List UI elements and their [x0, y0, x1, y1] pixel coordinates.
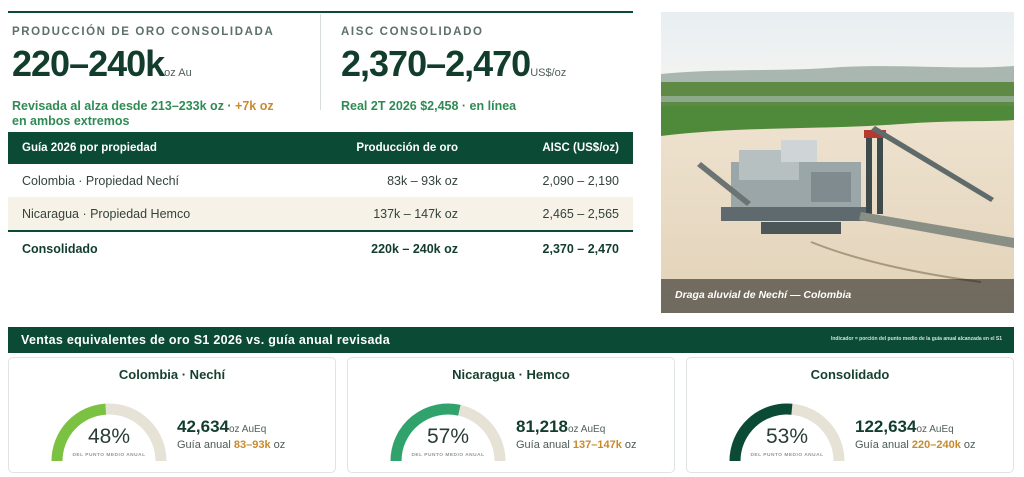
kpi-production-label: PRODUCCIÓN DE ORO CONSOLIDADA [12, 26, 275, 38]
card-metric: 42,634oz AuEq Guía anual 83–93k oz [177, 417, 285, 451]
metric-guide: Guía anual 220–240k oz [855, 439, 976, 451]
kpi-aisc-value: 2,370–2,470 [341, 43, 531, 84]
card-metric: 81,218oz AuEq Guía anual 137–147k oz [516, 417, 637, 451]
sales-card-consolidado: Consolidado 53% DEL PUNTO MEDIO ANUAL 12… [686, 357, 1014, 473]
top-rule [8, 11, 633, 13]
gauge-percent: 53% [765, 425, 809, 448]
table-header-production: Producción de oro [356, 142, 458, 154]
sales-card-nicaragua: Nicaragua · Hemco 57% DEL PUNTO MEDIO AN… [347, 357, 675, 473]
gauge-sub: DEL PUNTO MEDIO ANUAL [750, 453, 824, 458]
kpi-divider [320, 14, 321, 110]
card-name: Colombia · Nechí [118, 367, 226, 382]
metric-unit: oz AuEq [916, 424, 954, 435]
sales-legend: Indicador = porción del punto medio de l… [830, 336, 1002, 342]
table-row: Nicaragua · Propiedad Hemco 137k – 147k … [8, 197, 633, 230]
guide-value: 83–93k [233, 439, 271, 451]
table-cell-property: Nicaragua · Propiedad Hemco [22, 206, 191, 221]
guide-label: Guía anual [177, 439, 234, 451]
gauge: 48% DEL PUNTO MEDIO ANUAL [49, 401, 169, 467]
table-total-row: Consolidado 220k – 240k oz 2,370 – 2,470 [8, 230, 633, 266]
guide-value: 137–147k [572, 439, 622, 451]
guide-unit: oz [270, 439, 286, 451]
table-header: Guía 2026 por propiedad Producción de or… [8, 132, 633, 164]
table-header-aisc: AISC (US$/oz) [542, 142, 619, 154]
guide-unit: oz [960, 439, 976, 451]
metric-guide: Guía anual 83–93k oz [177, 439, 285, 451]
metric-value: 42,634 [177, 417, 229, 436]
kpi-production-value: 220–240k [12, 43, 165, 84]
gauge: 57% DEL PUNTO MEDIO ANUAL [388, 401, 508, 467]
guide-unit: oz [621, 439, 637, 451]
metric-value-line: 122,634oz AuEq [855, 417, 976, 437]
guidance-table: Guía 2026 por propiedad Producción de or… [8, 132, 633, 266]
kpi-production-value-line: 220–240koz Au [12, 44, 274, 93]
table-total-production: 220k – 240k oz [371, 242, 458, 256]
kpi-aisc-value-line: 2,370–2,470US$/oz [341, 44, 566, 93]
kpi-production-note-accent: +7k oz [235, 99, 274, 113]
card-name: Nicaragua · Hemco [452, 367, 570, 382]
kpi-aisc-unit: US$/oz [530, 67, 567, 79]
table-header-property: Guía 2026 por propiedad [22, 142, 157, 154]
guide-label: Guía anual [516, 439, 573, 451]
table-cell-production: 83k – 93k oz [387, 173, 458, 188]
kpi-production-note-a: Revisada al alza desde 213–233k oz · [12, 99, 236, 113]
gauge: 53% DEL PUNTO MEDIO ANUAL [727, 401, 847, 467]
sales-title: Ventas equivalentes de oro S1 2026 vs. g… [21, 333, 390, 347]
table-total-aisc: 2,370 – 2,470 [542, 242, 619, 256]
guide-value: 220–240k [911, 439, 961, 451]
table-cell-aisc: 2,465 – 2,565 [542, 206, 619, 221]
table-cell-production: 137k – 147k oz [373, 206, 458, 221]
metric-value-line: 42,634oz AuEq [177, 417, 285, 437]
card-metric: 122,634oz AuEq Guía anual 220–240k oz [855, 417, 976, 451]
table-row: Colombia · Propiedad Nechí 83k – 93k oz … [8, 164, 633, 197]
metric-value: 122,634 [855, 417, 917, 436]
kpi-production-note: Revisada al alza desde 213–233k oz · +7k… [12, 99, 274, 129]
card-name: Consolidado [810, 367, 890, 382]
sales-header-bar: Ventas equivalentes de oro S1 2026 vs. g… [8, 327, 1014, 353]
metric-value: 81,218 [516, 417, 568, 436]
kpi-production: PRODUCCIÓN DE ORO CONSOLIDADA 220–240koz… [12, 26, 274, 129]
guide-label: Guía anual [855, 439, 912, 451]
metric-value-line: 81,218oz AuEq [516, 417, 637, 437]
kpi-aisc-note: Real 2T 2026 $2,458 · en línea [341, 99, 517, 113]
sales-card-colombia: Colombia · Nechí 48% DEL PUNTO MEDIO ANU… [8, 357, 336, 473]
dredge-illustration [661, 12, 1014, 313]
photo-caption: Draga aluvial de Nechí — Colombia [675, 289, 852, 301]
metric-unit: oz AuEq [568, 424, 606, 435]
metric-unit: oz AuEq [229, 424, 267, 435]
kpi-aisc-label: AISC CONSOLIDADO [341, 26, 484, 38]
gauge-sub: DEL PUNTO MEDIO ANUAL [72, 453, 146, 458]
kpi-aisc: AISC CONSOLIDADO 2,370–2,470US$/oz Real … [341, 26, 566, 114]
table-total-property: Consolidado [22, 242, 98, 256]
kpi-production-note-b: en ambos extremos [12, 114, 130, 128]
metric-guide: Guía anual 137–147k oz [516, 439, 637, 451]
table-cell-property: Colombia · Propiedad Nechí [22, 173, 180, 188]
gauge-percent: 48% [87, 425, 131, 448]
kpi-production-unit: oz Au [164, 67, 192, 79]
photo-caption-bar: Draga aluvial de Nechí — Colombia [661, 279, 1014, 313]
gauge-percent: 57% [426, 425, 470, 448]
gauge-sub: DEL PUNTO MEDIO ANUAL [411, 453, 485, 458]
dredge-photo: Draga aluvial de Nechí — Colombia [661, 12, 1014, 313]
table-cell-aisc: 2,090 – 2,190 [542, 173, 619, 188]
